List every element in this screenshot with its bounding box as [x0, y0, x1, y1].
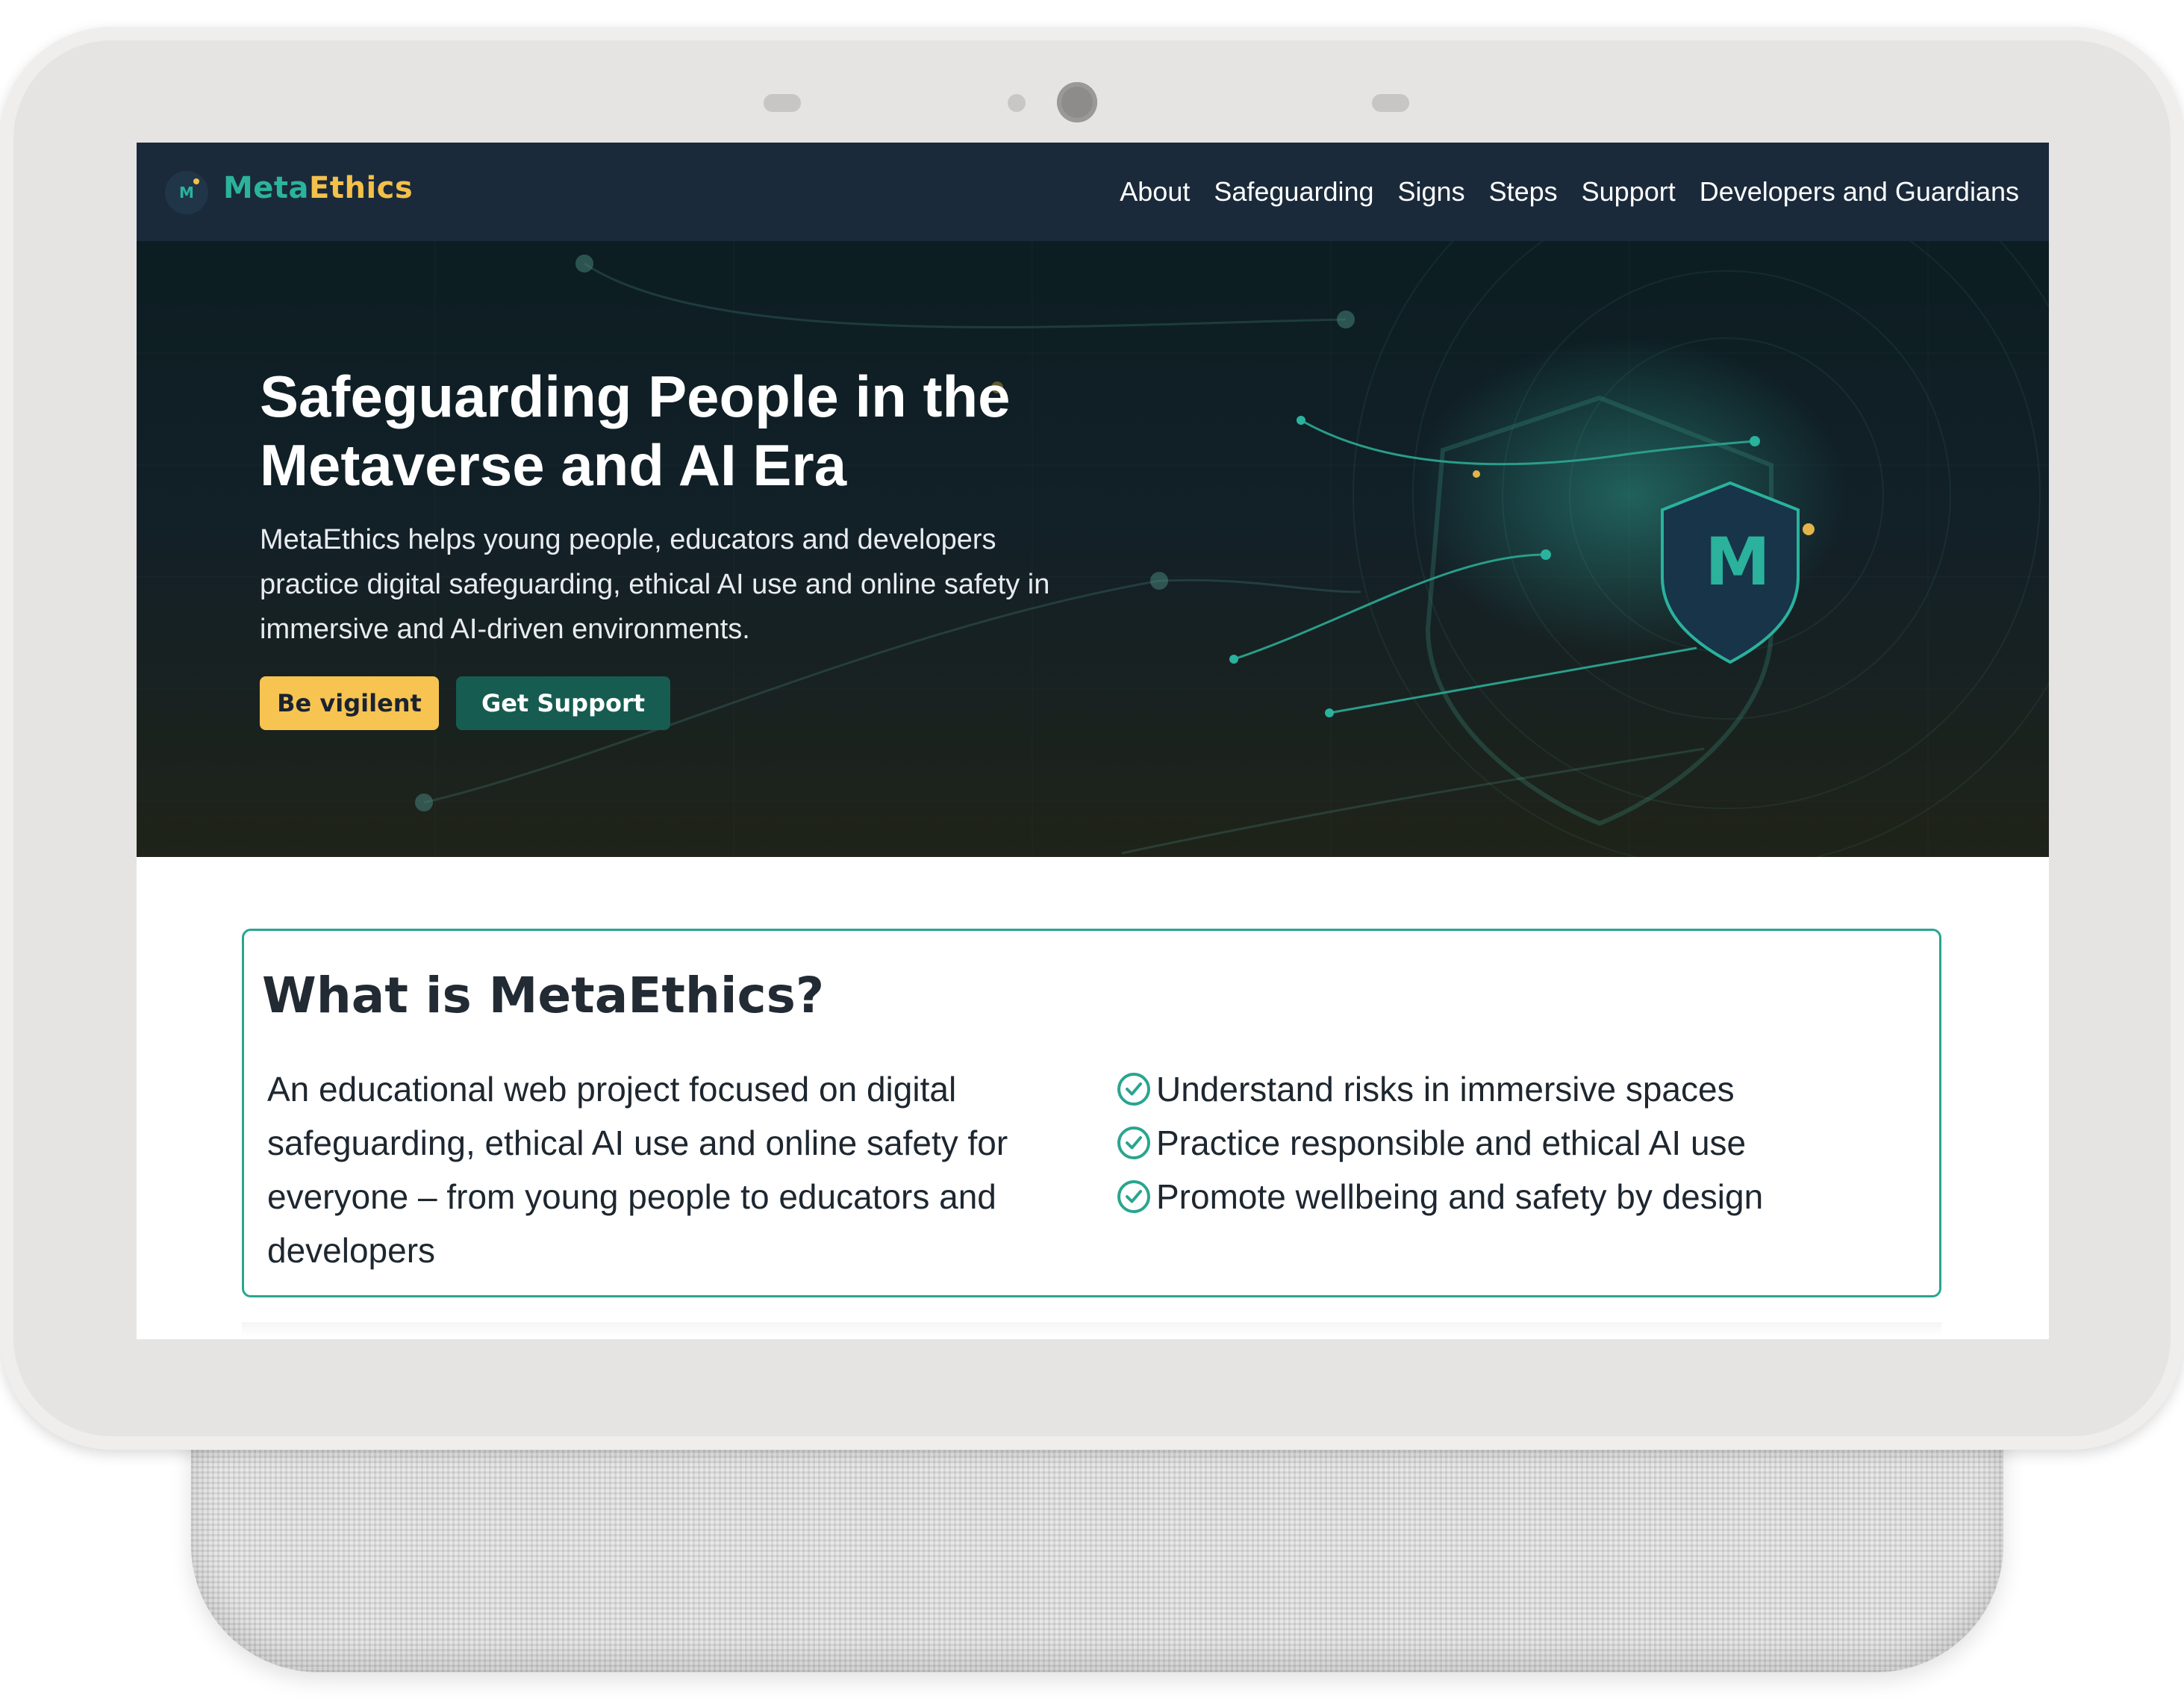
card-description: An educational web project focused on di…: [267, 1070, 1008, 1270]
get-support-button[interactable]: Get Support: [456, 676, 670, 730]
logo-icon[interactable]: M: [165, 171, 208, 214]
nav-link-signs[interactable]: Signs: [1398, 176, 1465, 208]
feature-text: Understand risks in immersive spaces: [1156, 1070, 1735, 1109]
card-title: What is MetaEthics?: [262, 967, 825, 1024]
hero-title: Safeguarding People in the Metaverse and…: [260, 364, 1011, 498]
device-screen: M MetaEthics About Safeguarding Signs St…: [137, 143, 2049, 1339]
feature-item: Understand risks in immersive spaces: [1116, 1062, 1763, 1116]
hero-subtitle: MetaEthics helps young people, educators…: [260, 524, 1050, 645]
feature-text: Promote wellbeing and safety by design: [1156, 1177, 1764, 1216]
hero-section: M Safeguarding People in the Metaverse a…: [137, 241, 2049, 857]
feature-text: Practice responsible and ethical AI use: [1156, 1123, 1747, 1162]
next-section-edge: [242, 1322, 1941, 1337]
check-circle-icon: [1117, 1126, 1150, 1159]
check-circle-icon: [1117, 1073, 1150, 1106]
brand-name-part1: Meta: [223, 171, 310, 205]
logo-dot: [193, 178, 199, 184]
check-circle-icon: [1117, 1180, 1150, 1213]
nav-link-safeguarding[interactable]: Safeguarding: [1214, 176, 1373, 208]
brand-name[interactable]: MetaEthics: [223, 171, 413, 205]
nav-link-developers-guardians[interactable]: Developers and Guardians: [1700, 176, 2019, 208]
nav-link-support[interactable]: Support: [1582, 176, 1676, 208]
nav-links: About Safeguarding Signs Steps Support D…: [1120, 143, 2019, 241]
feature-list: Understand risks in immersive spaces Pra…: [1116, 1062, 1763, 1224]
bezel-light-sensor: [1008, 94, 1026, 112]
shield-letter: M: [1705, 523, 1770, 600]
logo-letter: M: [179, 184, 194, 202]
bezel-sensor-right: [1372, 94, 1409, 112]
feature-item: Promote wellbeing and safety by design: [1116, 1170, 1763, 1224]
nav-link-about[interactable]: About: [1120, 176, 1190, 208]
top-navbar: M MetaEthics About Safeguarding Signs St…: [137, 143, 2049, 241]
device-stand: [191, 1418, 2003, 1672]
what-is-card: What is MetaEthics? An educational web p…: [242, 929, 1941, 1297]
bezel-sensor-left: [764, 94, 801, 112]
feature-item: Practice responsible and ethical AI use: [1116, 1116, 1763, 1170]
brand-name-part2: Ethics: [309, 171, 414, 205]
be-vigilent-button[interactable]: Be vigilent: [260, 676, 439, 730]
bezel-camera: [1057, 82, 1097, 122]
nav-link-steps[interactable]: Steps: [1489, 176, 1558, 208]
